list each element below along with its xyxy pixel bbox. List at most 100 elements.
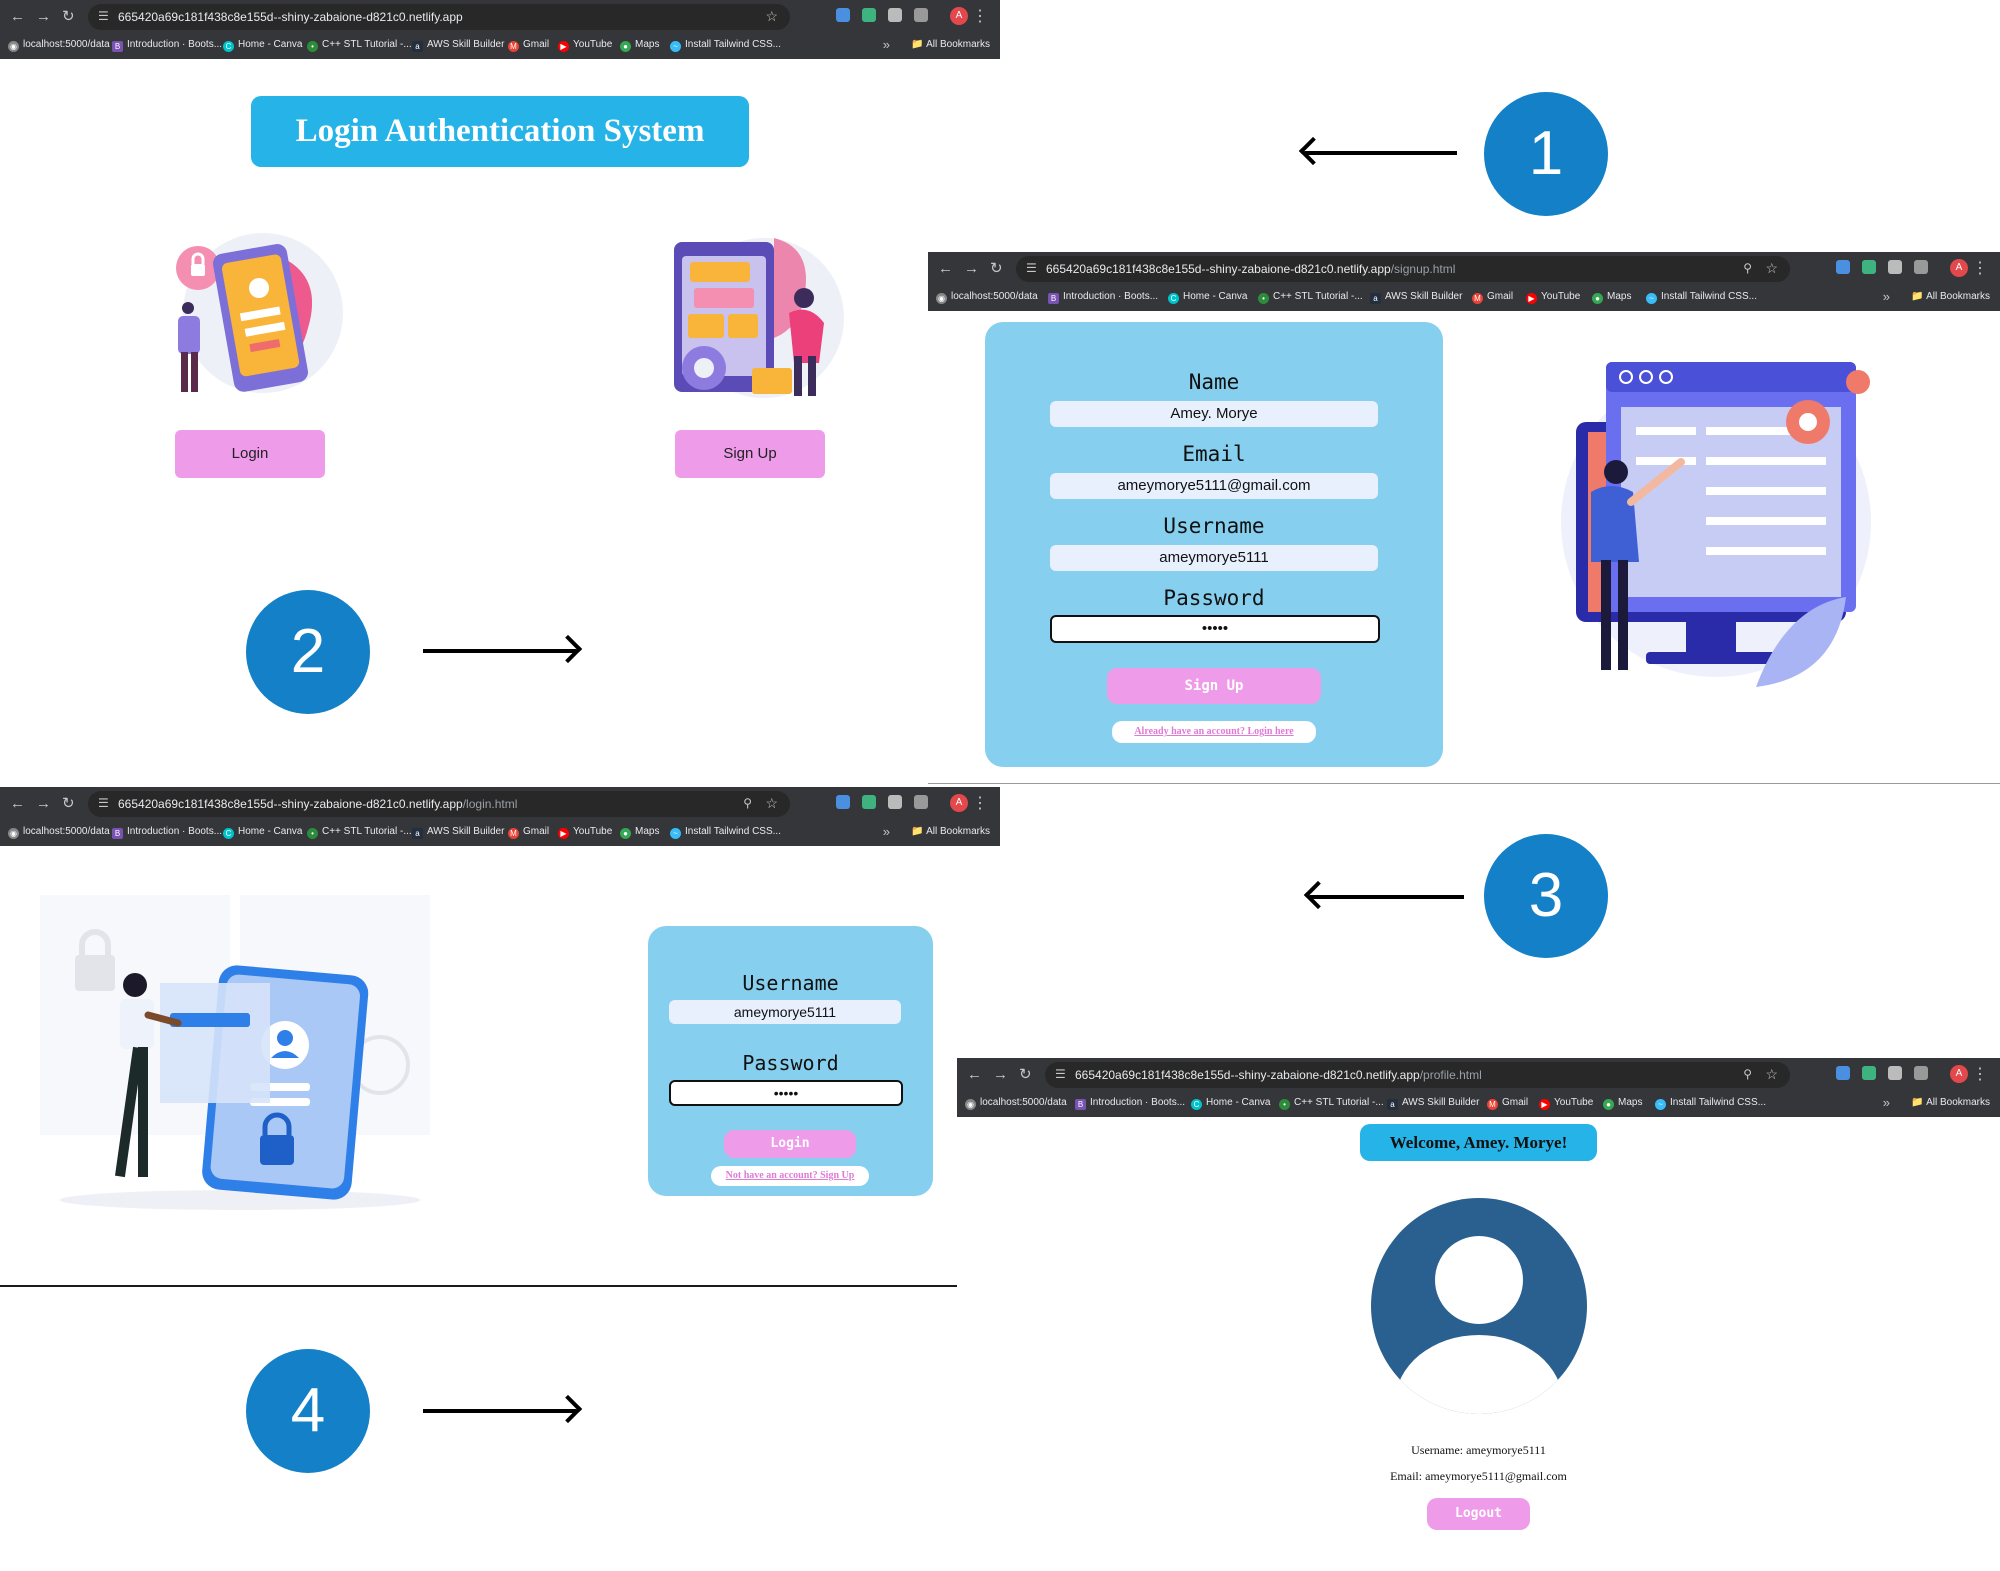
bookmark-item[interactable]: B Introduction · Boots... — [1075, 1097, 1185, 1110]
reading-list-icon[interactable] — [888, 8, 902, 22]
all-bookmarks[interactable]: 📁 All Bookmarks — [911, 39, 990, 50]
bookmark-item[interactable]: a AWS Skill Builder — [1370, 291, 1462, 304]
extension-icon[interactable] — [862, 795, 876, 809]
password-field[interactable]: ••••• — [669, 1080, 903, 1106]
site-info-icon[interactable]: ☰ — [1026, 261, 1037, 275]
password-key-icon[interactable]: ⚲ — [1743, 261, 1752, 275]
bookmark-item[interactable]: ◉ localhost:5000/data — [8, 826, 110, 839]
more-menu-icon[interactable]: ⋮ — [1972, 1064, 1988, 1084]
bookmark-item[interactable]: ▶ YouTube — [558, 39, 612, 52]
bookmark-star-icon[interactable]: ☆ — [765, 795, 778, 812]
password-key-icon[interactable]: ⚲ — [1743, 1067, 1752, 1081]
name-field[interactable]: Amey. Morye — [1050, 401, 1378, 427]
bookmark-star-icon[interactable]: ☆ — [1765, 260, 1778, 277]
reload-icon[interactable]: ↻ — [62, 8, 75, 26]
bookmark-item[interactable]: a AWS Skill Builder — [412, 39, 504, 52]
bookmark-item[interactable]: ▶ YouTube — [558, 826, 612, 839]
reload-icon[interactable]: ↻ — [990, 260, 1003, 278]
bookmark-item[interactable]: ◉ localhost:5000/data — [8, 39, 110, 52]
bookmark-item[interactable]: ~ Install Tailwind CSS... — [670, 39, 781, 52]
bookmark-item[interactable]: • C++ STL Tutorial -... — [1279, 1097, 1384, 1110]
bookmark-item[interactable]: • C++ STL Tutorial -... — [1258, 291, 1363, 304]
bookmark-item[interactable]: ~ Install Tailwind CSS... — [1646, 291, 1757, 304]
bookmark-item[interactable]: C Home - Canva — [1191, 1097, 1270, 1110]
profile-avatar[interactable]: A — [1950, 1065, 1968, 1083]
bookmark-item[interactable]: ● Maps — [620, 39, 659, 52]
extensions-puzzle-icon[interactable] — [914, 8, 928, 22]
profile-avatar[interactable]: A — [950, 7, 968, 25]
profile-avatar[interactable]: A — [950, 794, 968, 812]
login-link[interactable]: Already have an account? Login here — [1112, 721, 1316, 743]
more-menu-icon[interactable]: ⋮ — [972, 6, 988, 26]
site-info-icon[interactable]: ☰ — [1055, 1067, 1066, 1081]
reading-list-icon[interactable] — [1888, 260, 1902, 274]
all-bookmarks[interactable]: 📁 All Bookmarks — [1911, 1097, 1990, 1108]
bookmark-item[interactable]: ▶ YouTube — [1539, 1097, 1593, 1110]
signup-link[interactable]: Not have an account? Sign Up — [711, 1166, 869, 1186]
bookmarks-overflow-icon[interactable]: » — [883, 37, 890, 52]
all-bookmarks[interactable]: 📁 All Bookmarks — [1911, 291, 1990, 302]
bookmark-item[interactable]: ▶ YouTube — [1526, 291, 1580, 304]
back-icon[interactable]: ← — [967, 1066, 982, 1084]
address-bar[interactable]: ☰ 665420a69c181f438c8e155d--shiny-zabaio… — [88, 4, 790, 30]
home-login-button[interactable]: Login — [175, 430, 325, 478]
extension-icon[interactable] — [836, 795, 850, 809]
bookmark-item[interactable]: M Gmail — [508, 39, 549, 52]
back-icon[interactable]: ← — [10, 8, 25, 26]
extension-icon[interactable] — [1836, 260, 1850, 274]
more-menu-icon[interactable]: ⋮ — [1972, 258, 1988, 278]
bookmark-item[interactable]: ● Maps — [1603, 1097, 1642, 1110]
address-bar[interactable]: ☰ 665420a69c181f438c8e155d--shiny-zabaio… — [1045, 1062, 1790, 1088]
bookmark-item[interactable]: ◉ localhost:5000/data — [936, 291, 1038, 304]
logout-button[interactable]: Logout — [1427, 1498, 1530, 1530]
bookmarks-overflow-icon[interactable]: » — [883, 824, 890, 839]
forward-icon[interactable]: → — [36, 795, 51, 813]
password-key-icon[interactable]: ⚲ — [743, 796, 752, 810]
bookmark-item[interactable]: • C++ STL Tutorial -... — [307, 39, 412, 52]
extensions-puzzle-icon[interactable] — [914, 795, 928, 809]
address-bar[interactable]: ☰ 665420a69c181f438c8e155d--shiny-zabaio… — [1016, 256, 1790, 282]
bookmark-item[interactable]: a AWS Skill Builder — [412, 826, 504, 839]
bookmark-item[interactable]: a AWS Skill Builder — [1387, 1097, 1479, 1110]
extension-icon[interactable] — [836, 8, 850, 22]
bookmark-item[interactable]: B Introduction · Boots... — [1048, 291, 1158, 304]
signup-submit-button[interactable]: Sign Up — [1107, 668, 1321, 704]
address-bar[interactable]: ☰ 665420a69c181f438c8e155d--shiny-zabaio… — [88, 791, 790, 817]
password-field[interactable]: ••••• — [1050, 615, 1380, 643]
extension-icon[interactable] — [1862, 1066, 1876, 1080]
email-field[interactable]: ameymorye5111@gmail.com — [1050, 473, 1378, 499]
bookmark-item[interactable]: ~ Install Tailwind CSS... — [670, 826, 781, 839]
bookmark-item[interactable]: C Home - Canva — [223, 39, 302, 52]
reading-list-icon[interactable] — [1888, 1066, 1902, 1080]
site-info-icon[interactable]: ☰ — [98, 796, 109, 810]
forward-icon[interactable]: → — [993, 1066, 1008, 1084]
bookmark-item[interactable]: • C++ STL Tutorial -... — [307, 826, 412, 839]
bookmark-item[interactable]: M Gmail — [1487, 1097, 1528, 1110]
bookmark-item[interactable]: ~ Install Tailwind CSS... — [1655, 1097, 1766, 1110]
extensions-puzzle-icon[interactable] — [1914, 260, 1928, 274]
reload-icon[interactable]: ↻ — [1019, 1066, 1032, 1084]
bookmarks-overflow-icon[interactable]: » — [1883, 289, 1890, 304]
back-icon[interactable]: ← — [10, 795, 25, 813]
bookmark-item[interactable]: B Introduction · Boots... — [112, 39, 222, 52]
bookmark-item[interactable]: M Gmail — [508, 826, 549, 839]
extension-icon[interactable] — [862, 8, 876, 22]
extension-icon[interactable] — [1836, 1066, 1850, 1080]
username-field[interactable]: ameymorye5111 — [669, 1000, 901, 1024]
bookmark-item[interactable]: B Introduction · Boots... — [112, 826, 222, 839]
login-submit-button[interactable]: Login — [724, 1130, 856, 1158]
forward-icon[interactable]: → — [36, 8, 51, 26]
bookmark-item[interactable]: M Gmail — [1472, 291, 1513, 304]
bookmark-item[interactable]: ● Maps — [1592, 291, 1631, 304]
bookmark-item[interactable]: C Home - Canva — [223, 826, 302, 839]
bookmark-star-icon[interactable]: ☆ — [1765, 1066, 1778, 1083]
reading-list-icon[interactable] — [888, 795, 902, 809]
home-signup-button[interactable]: Sign Up — [675, 430, 825, 478]
more-menu-icon[interactable]: ⋮ — [972, 793, 988, 813]
reload-icon[interactable]: ↻ — [62, 795, 75, 813]
forward-icon[interactable]: → — [964, 260, 979, 278]
bookmark-item[interactable]: C Home - Canva — [1168, 291, 1247, 304]
bookmarks-overflow-icon[interactable]: » — [1883, 1095, 1890, 1110]
bookmark-item[interactable]: ◉ localhost:5000/data — [965, 1097, 1067, 1110]
bookmark-item[interactable]: ● Maps — [620, 826, 659, 839]
